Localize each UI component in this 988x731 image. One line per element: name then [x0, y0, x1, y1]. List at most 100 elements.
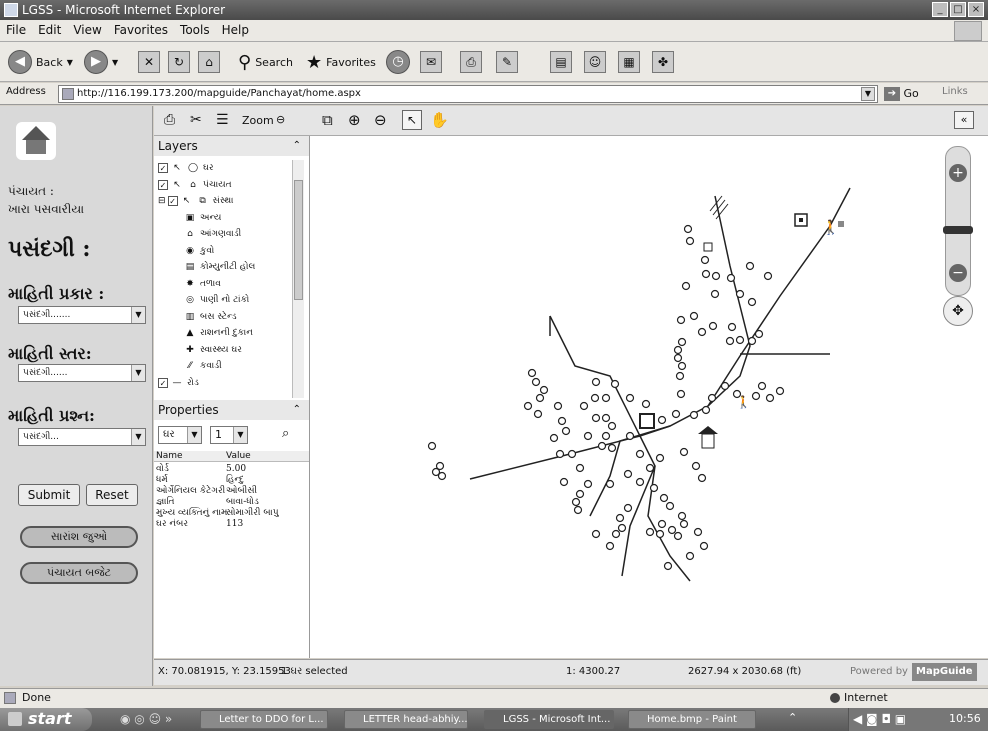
layer-item[interactable]: ◉ કુવો [184, 243, 214, 259]
minimize-button[interactable]: _ [932, 2, 948, 17]
layer-item[interactable]: ⌂ આંગણવાડી [184, 226, 241, 242]
house-marker [649, 483, 659, 493]
chevron-down-icon: ▼ [131, 307, 145, 323]
pan-rose-icon[interactable]: ✥ [943, 296, 973, 326]
chevron-down-icon[interactable]: ▼ [861, 87, 875, 101]
layer-checkbox[interactable]: ✓ [167, 196, 178, 206]
properties-index-select[interactable]: 1 ▼ [210, 426, 248, 444]
print-button[interactable]: ⎙ [460, 48, 482, 76]
layer-item[interactable]: ▤ કોમ્યુનીટી હોલ [184, 259, 256, 275]
zoom-slider[interactable]: + − ✥ [935, 146, 979, 326]
favorites-button[interactable]: ★ Favorites [306, 48, 376, 76]
layer-item[interactable]: ◎ પાણી નો ટાંકો [184, 292, 249, 308]
menu-favorites[interactable]: Favorites [108, 20, 174, 40]
house-marker [677, 361, 687, 371]
properties-layer-select[interactable]: ઘર ▼ [158, 426, 202, 444]
discuss-button[interactable]: ▤ [550, 48, 572, 76]
info-level-select[interactable]: પસંદગી...... ▼ [18, 364, 146, 382]
layer-item[interactable]: ✓ ↖ ◯ ઘર [158, 160, 214, 176]
layer-item[interactable]: ✓ ↖ ⌂ પંચાયત [158, 177, 232, 193]
zoom-thumb[interactable] [943, 226, 973, 234]
submit-button[interactable]: Submit [18, 484, 80, 506]
menu-view[interactable]: View [67, 20, 107, 40]
map-status-bar: X: 70.081915, Y: 23.15953 1 ઘર selected … [154, 659, 988, 685]
zoom-in-icon[interactable]: ⊕ [348, 111, 361, 129]
research-button[interactable]: ▦ [618, 48, 640, 76]
menu-tools[interactable]: Tools [174, 20, 216, 40]
layer-item[interactable]: ▲ રાશનની દુકાન [184, 325, 253, 341]
map-canvas[interactable]: 🚶 🚶 + − ✥ [310, 136, 988, 658]
zoom-out-button-icon[interactable]: − [949, 264, 967, 282]
layer-item[interactable]: ▥ બસ સ્ટેન્ડ [184, 309, 237, 325]
measure-icon[interactable]: ✂ [190, 112, 202, 128]
go-button[interactable]: ➔ Go [884, 85, 919, 103]
zoom-dropdown-icon[interactable]: ⊖ [276, 113, 285, 126]
layer-checkbox[interactable]: ✓ [158, 377, 168, 388]
budget-link-button[interactable]: પંચાયત બજેટ [20, 562, 138, 584]
messenger-button[interactable]: ☺ [584, 48, 606, 76]
zoom-rect-icon[interactable]: ⧉ [322, 111, 333, 129]
layer-item[interactable]: ▣ અન્ય [184, 210, 222, 226]
taskbar-task-1[interactable]: Letter to DDO for L... [200, 710, 328, 729]
layer-item[interactable]: ✓ — રોડ [158, 375, 199, 391]
info-question-select[interactable]: પસંદગી... ▼ [18, 428, 146, 446]
layer-item[interactable]: ✸ તળાવ [184, 276, 221, 292]
refresh-button[interactable]: ↻ [168, 48, 190, 76]
layer-item[interactable]: ⊟ ✓ ↖ ⧉ સંસ્થા [158, 193, 233, 209]
zoom-to-selection-icon[interactable]: ⌕ [282, 426, 289, 441]
summary-link-button[interactable]: સારાંશ જુઓ [20, 526, 138, 548]
taskbar-task-2[interactable]: LETTER head-abhiy... [344, 710, 468, 729]
house-marker [671, 409, 681, 419]
zoom-in-button-icon[interactable]: + [949, 164, 967, 182]
collapse-icon[interactable]: ⌃ [293, 400, 301, 420]
edit-button[interactable]: ✎ [496, 48, 518, 76]
house-marker [754, 329, 764, 339]
collapse-panel-icon[interactable]: « [954, 111, 974, 129]
stop-button[interactable]: ✕ [138, 48, 160, 76]
search-button[interactable]: ⚲ Search [238, 48, 293, 76]
chevron-down-icon: ▼ [131, 429, 145, 445]
layer-checkbox[interactable]: ✓ [158, 163, 168, 173]
layers-scrollbar[interactable] [292, 160, 304, 398]
history-button[interactable]: ◷ [386, 48, 410, 76]
back-button[interactable]: ◀ Back ▼ [8, 48, 73, 76]
menu-edit[interactable]: Edit [32, 20, 67, 40]
tray-icons[interactable]: ◀ ◙ ◘ ▣ [853, 712, 906, 726]
taskbar-overflow-icon[interactable]: ⌃ [788, 711, 797, 724]
close-button[interactable]: × [968, 2, 984, 17]
address-input[interactable]: http://116.199.173.200/mapguide/Panchaya… [58, 85, 878, 103]
taskbar-task-3[interactable]: LGSS - Microsoft Int... [484, 710, 614, 729]
menu-file[interactable]: File [0, 20, 32, 40]
quicklaunch-icon[interactable]: ◉ ◎ ☺ » [120, 712, 172, 726]
forward-button[interactable]: ▶ ▼ [84, 48, 118, 76]
taskbar-task-4[interactable]: Home.bmp - Paint [628, 710, 756, 729]
legend-icon[interactable]: ☰ [216, 112, 229, 128]
address-bar: Address http://116.199.173.200/mapguide/… [0, 83, 988, 105]
reset-button[interactable]: Reset [86, 484, 138, 506]
zoom-out-icon[interactable]: ⊖ [374, 111, 387, 129]
select-pointer-icon[interactable]: ↖ [402, 110, 422, 130]
layer-item[interactable]: ✚ સ્વાસ્થ્ય ઘર [184, 342, 242, 358]
layer-checkbox[interactable]: ✓ [158, 179, 168, 190]
start-button[interactable]: start [0, 708, 92, 731]
home-button[interactable]: ⌂ [198, 48, 220, 76]
tree-expander-icon[interactable]: ⊟ [158, 196, 166, 206]
house-marker [635, 477, 645, 487]
left-panel: પંચાયત : ખારા પસવારીયા પસંદગી : માહિતી પ… [0, 106, 153, 686]
back-arrow-icon: ◀ [8, 50, 32, 74]
collapse-icon[interactable]: ⌃ [293, 136, 301, 156]
house-marker [555, 449, 565, 459]
house-marker [579, 401, 589, 411]
users-button[interactable]: ✤ [652, 48, 674, 76]
menu-help[interactable]: Help [216, 20, 255, 40]
print-map-icon[interactable]: ⎙ [164, 112, 175, 128]
selectable-arrow-icon: ↖ [173, 179, 181, 190]
mail-button[interactable]: ✉ [420, 48, 442, 76]
house-marker [701, 269, 711, 279]
pan-icon[interactable]: ✋ [430, 111, 449, 129]
layer-item[interactable]: ⁄⁄ કવાડી [184, 358, 221, 374]
maximize-button[interactable]: □ [950, 2, 966, 17]
house-marker [573, 505, 583, 515]
links-button[interactable]: Links [942, 86, 968, 97]
info-type-select[interactable]: પસંદગી....... ▼ [18, 306, 146, 324]
